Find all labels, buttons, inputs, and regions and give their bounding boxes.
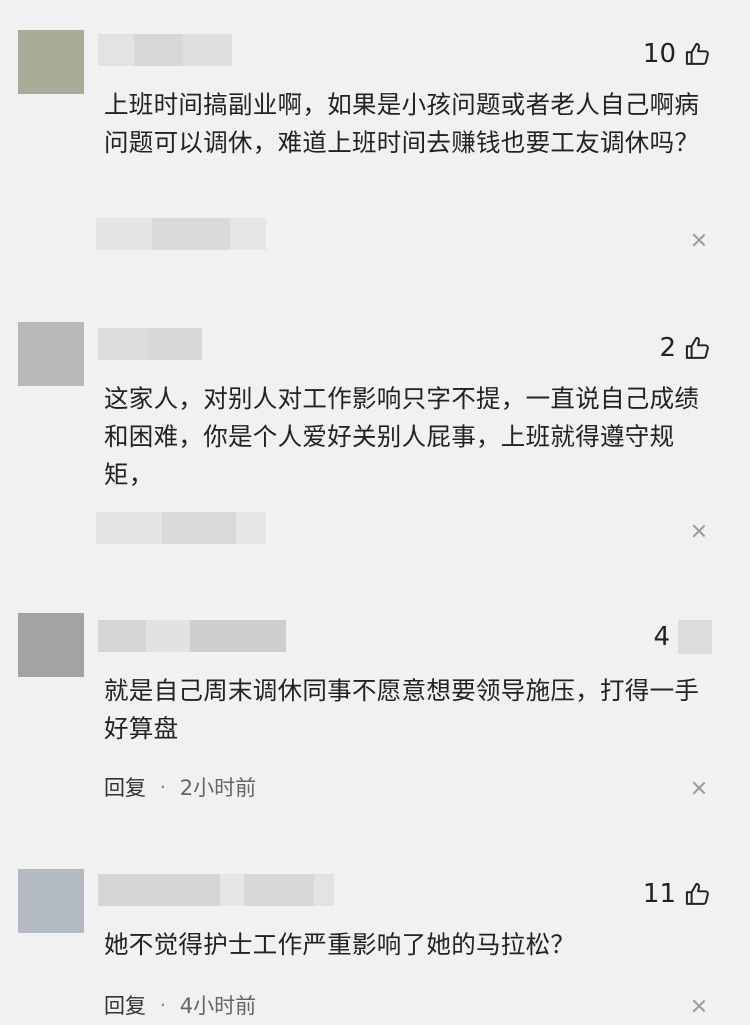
username-blurred[interactable] — [98, 620, 286, 652]
username-blurred[interactable] — [98, 874, 334, 906]
username-blurred[interactable] — [98, 328, 202, 360]
reply-button[interactable]: 回复 — [104, 772, 146, 802]
comment-text: 这家人，对别人对工作影响只字不提，一直说自己成绩和困难，你是个人爱好关别人屁事，… — [104, 384, 700, 489]
like-control[interactable]: 4 — [653, 620, 712, 654]
close-icon[interactable] — [692, 233, 706, 247]
thumbs-up-icon[interactable] — [684, 40, 712, 68]
avatar[interactable] — [18, 322, 84, 386]
thumbs-up-icon[interactable] — [678, 620, 712, 654]
avatar[interactable] — [18, 613, 84, 677]
timestamp: 4小时前 — [179, 994, 257, 1018]
comment-meta: 回复 · 4小时前 — [104, 990, 256, 1020]
meta-blurred — [96, 512, 266, 544]
like-count: 10 — [642, 39, 676, 69]
close-icon[interactable] — [692, 781, 706, 795]
separator-dot: · — [160, 776, 166, 798]
like-control[interactable]: 10 — [643, 40, 712, 68]
like-control[interactable]: 11 — [643, 880, 712, 908]
comment-text: 她不觉得护士工作严重影响了她的马拉松？ — [104, 930, 576, 959]
timestamp: 2小时前 — [179, 776, 257, 800]
separator-dot: · — [160, 994, 166, 1016]
like-control[interactable]: 2 — [659, 334, 712, 362]
comment-meta: 回复 · 2小时前 — [104, 772, 256, 802]
like-count: 4 — [653, 622, 670, 652]
like-count: 2 — [659, 333, 676, 363]
comment-text: 上班时间搞副业啊，如果是小孩问题或者老人自己啊病问题可以调休，难道上班时间去赚钱… — [104, 90, 700, 157]
username-blurred[interactable] — [98, 34, 232, 66]
avatar[interactable] — [18, 30, 84, 94]
close-icon[interactable] — [692, 524, 706, 538]
comment-text: 就是自己周末调休同事不愿意想要领导施压，打得一手好算盘 — [104, 676, 700, 743]
reply-button[interactable]: 回复 — [104, 990, 146, 1020]
like-count: 11 — [642, 879, 676, 909]
close-icon[interactable] — [692, 999, 706, 1013]
thumbs-up-icon[interactable] — [684, 334, 712, 362]
thumbs-up-icon[interactable] — [684, 880, 712, 908]
avatar[interactable] — [18, 869, 84, 933]
meta-blurred — [96, 218, 266, 250]
